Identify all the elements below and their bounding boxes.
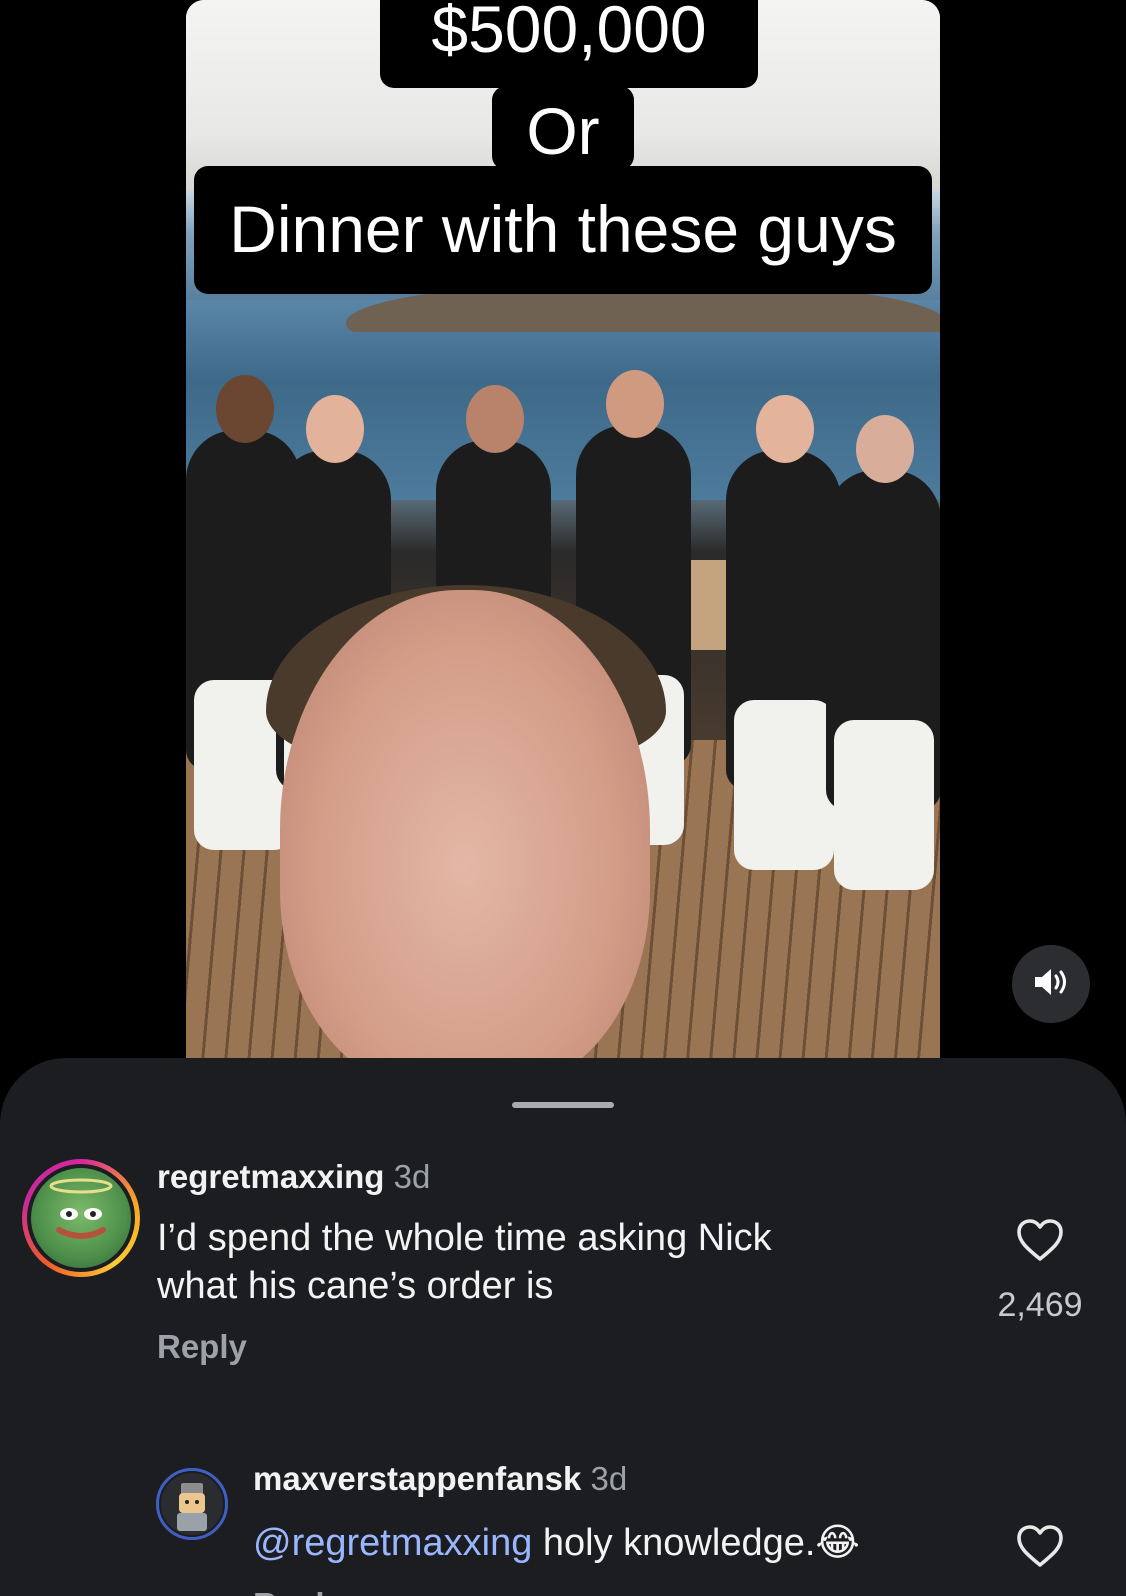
comment-text: I’d spend the whole time asking Nick wha… xyxy=(157,1214,772,1310)
comment-timestamp: 3d xyxy=(393,1158,431,1195)
person-figure xyxy=(726,395,841,870)
comment-timestamp: 3d xyxy=(590,1460,628,1497)
comment-reply-item: maxverstappenfansk 3d @regretmaxxing hol… xyxy=(0,1378,1126,1596)
heart-outline-icon xyxy=(1016,1219,1064,1266)
heart-outline-icon xyxy=(1016,1525,1064,1572)
presenter-face xyxy=(280,590,650,1062)
like-button[interactable] xyxy=(1016,1218,1064,1267)
sound-toggle-button[interactable] xyxy=(1012,945,1090,1023)
laughing-emoji: 😂 xyxy=(815,1520,860,1564)
caption-or: Or xyxy=(492,86,634,170)
mention-link[interactable]: @regretmaxxing xyxy=(253,1522,532,1564)
speaker-icon xyxy=(1033,967,1069,1002)
comment-text-body: holy knowledge. xyxy=(532,1522,816,1564)
comments-sheet: regretmaxxing 3d I’d spend the whole tim… xyxy=(0,1058,1126,1596)
comment-text-line: I’d spend the whole time asking Nick xyxy=(157,1217,772,1259)
comment-username[interactable]: maxverstappenfansk xyxy=(253,1460,581,1497)
caption-price: $500,000 xyxy=(380,0,758,88)
reply-button[interactable]: Reply xyxy=(253,1586,343,1596)
person-figure xyxy=(826,415,940,890)
avatar[interactable] xyxy=(22,1159,140,1277)
like-button[interactable] xyxy=(1016,1524,1064,1573)
avatar[interactable] xyxy=(156,1468,228,1540)
comment-text-line: what his cane’s order is xyxy=(157,1265,554,1307)
like-count: 76 xyxy=(976,1590,1104,1596)
avatar-image xyxy=(161,1473,223,1535)
comment-item: regretmaxxing 3d I’d spend the whole tim… xyxy=(0,1058,1126,1378)
avatar-image xyxy=(31,1168,131,1268)
comment-username[interactable]: regretmaxxing xyxy=(157,1158,384,1195)
comment-text: @regretmaxxing holy knowledge.😂 xyxy=(253,1518,860,1567)
caption-dinner: Dinner with these guys xyxy=(194,166,932,294)
reply-button[interactable]: Reply xyxy=(157,1328,247,1366)
like-count: 2,469 xyxy=(997,1286,1083,1324)
